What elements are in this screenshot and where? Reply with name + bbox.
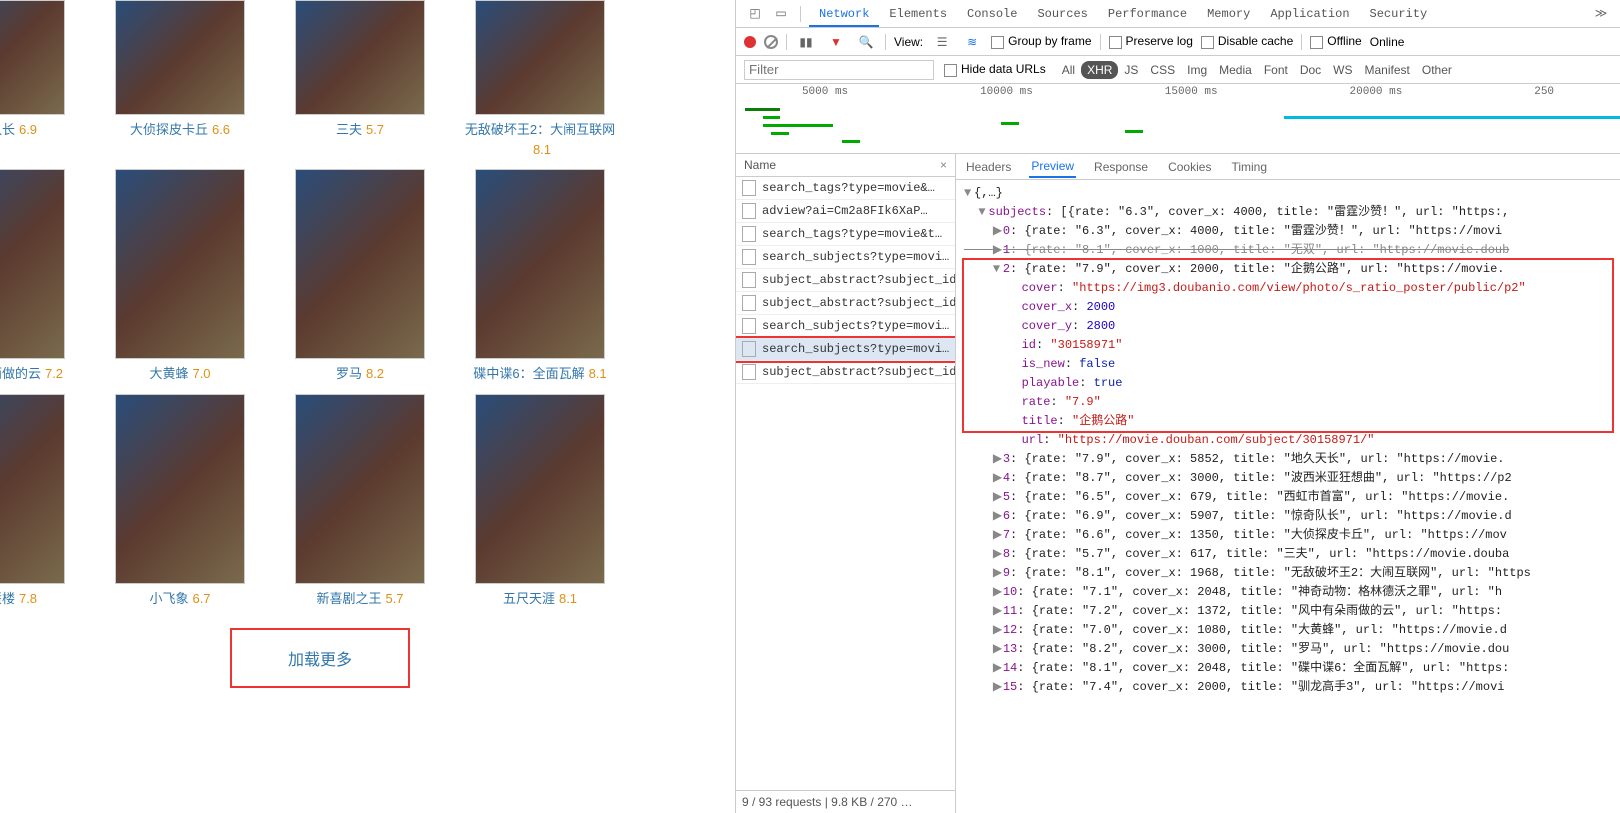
disable-cache-checkbox[interactable]: Disable cache	[1201, 34, 1293, 48]
filter-font[interactable]: Font	[1258, 61, 1294, 79]
tab-console[interactable]: Console	[957, 3, 1027, 25]
detail-tab-timing[interactable]: Timing	[1229, 157, 1269, 177]
offline-checkbox[interactable]: Offline	[1310, 34, 1361, 48]
request-row[interactable]: adview?ai=Cm2a8FIk6XaP…	[736, 200, 955, 223]
tab-memory[interactable]: Memory	[1197, 3, 1260, 25]
filter-bar: Hide data URLs AllXHRJSCSSImgMediaFontDo…	[736, 56, 1620, 84]
clear-icon[interactable]	[764, 35, 778, 49]
more-icon[interactable]: ≫	[1593, 6, 1609, 22]
tab-sources[interactable]: Sources	[1027, 3, 1097, 25]
movie-link[interactable]: 海市蜃楼7.8	[0, 589, 85, 609]
filter-input[interactable]	[744, 60, 934, 80]
online-select[interactable]: Online	[1370, 35, 1405, 49]
hide-data-urls-checkbox[interactable]: Hide data URLs	[944, 62, 1046, 76]
group-by-frame-checkbox[interactable]: Group by frame	[991, 34, 1091, 48]
close-icon[interactable]: ×	[940, 158, 947, 172]
devtools-tab-bar: ◰ ▭ NetworkElementsConsoleSourcesPerform…	[736, 0, 1620, 28]
request-row[interactable]: subject_abstract?subject_id…	[736, 292, 955, 315]
detail-tab-response[interactable]: Response	[1092, 157, 1150, 177]
filter-icon[interactable]: ▼	[828, 34, 844, 50]
detail-tab-headers[interactable]: Headers	[964, 157, 1013, 177]
movie-link[interactable]: 五尺天涯8.1	[455, 589, 625, 609]
movie-link[interactable]: 惊奇队长6.9	[0, 120, 85, 140]
view-waterfall-icon[interactable]: ≋	[964, 34, 980, 50]
filter-xhr[interactable]: XHR	[1081, 61, 1118, 79]
request-footer: 9 / 93 requests | 9.8 KB / 270 …	[736, 790, 955, 813]
detail-panel: Headers Preview Response Cookies Timing ▼{,……	[956, 154, 1620, 813]
timeline[interactable]: 5000 ms10000 ms15000 ms20000 ms250	[736, 84, 1620, 154]
inspect-icon[interactable]: ◰	[747, 6, 763, 22]
movie-page: 惊奇队长6.9 大侦探皮卡丘6.6 三夫5.7 无敌破坏王2：大闹互联网8.1 …	[0, 0, 735, 813]
filter-ws[interactable]: WS	[1327, 61, 1358, 79]
tab-network[interactable]: Network	[809, 3, 879, 27]
movie-link[interactable]: 新喜剧之王5.7	[275, 589, 445, 609]
devtools-panel: ◰ ▭ NetworkElementsConsoleSourcesPerform…	[735, 0, 1620, 813]
request-row[interactable]: search_subjects?type=movi…	[736, 246, 955, 269]
filter-js[interactable]: JS	[1118, 61, 1144, 79]
json-preview[interactable]: ▼{,…} ▼subjects: [{rate: "6.3", cover_x:…	[956, 180, 1620, 813]
movie-link[interactable]: 风中有朵雨做的云7.2	[0, 364, 85, 384]
name-header: Name	[744, 158, 776, 172]
movie-link[interactable]: 大黄蜂7.0	[95, 364, 265, 384]
file-icon	[742, 295, 756, 311]
movie-link[interactable]: 无敌破坏王2：大闹互联网8.1	[455, 120, 625, 159]
request-row[interactable]: subject_abstract?subject_id…	[736, 269, 955, 292]
request-list: Name × search_tags?type=movie&…adview?ai=…	[736, 154, 956, 813]
filter-doc[interactable]: Doc	[1294, 61, 1327, 79]
request-row[interactable]: subject_abstract?subject_id…	[736, 361, 955, 384]
file-icon	[742, 249, 756, 265]
tab-security[interactable]: Security	[1360, 3, 1438, 25]
movie-link[interactable]: 碟中谍6：全面瓦解8.1	[455, 364, 625, 384]
filter-other[interactable]: Other	[1416, 61, 1458, 79]
request-row[interactable]: search_tags?type=movie&…	[736, 177, 955, 200]
file-icon	[742, 203, 756, 219]
load-more-button[interactable]: 加载更多	[230, 628, 410, 688]
movie-link[interactable]: 大侦探皮卡丘6.6	[95, 120, 265, 140]
filter-css[interactable]: CSS	[1144, 61, 1181, 79]
tab-performance[interactable]: Performance	[1098, 3, 1197, 25]
view-label: View:	[894, 35, 923, 49]
request-row[interactable]: search_subjects?type=movi…	[736, 338, 955, 361]
preserve-log-checkbox[interactable]: Preserve log	[1109, 34, 1193, 48]
detail-tab-preview[interactable]: Preview	[1029, 156, 1076, 178]
detail-tab-cookies[interactable]: Cookies	[1166, 157, 1213, 177]
movie-link[interactable]: 小飞象6.7	[95, 589, 265, 609]
tab-elements[interactable]: Elements	[879, 3, 957, 25]
file-icon	[742, 318, 756, 334]
search-icon[interactable]: 🔍	[858, 34, 874, 50]
device-icon[interactable]: ▭	[773, 6, 789, 22]
view-list-icon[interactable]: ☰	[934, 34, 950, 50]
filter-all[interactable]: All	[1056, 61, 1081, 79]
file-icon	[742, 341, 756, 357]
record-icon[interactable]	[744, 36, 756, 48]
filter-manifest[interactable]: Manifest	[1359, 61, 1416, 79]
file-icon	[742, 364, 756, 380]
camera-icon[interactable]: ▮▮	[798, 34, 814, 50]
file-icon	[742, 226, 756, 242]
request-row[interactable]: search_tags?type=movie&t…	[736, 223, 955, 246]
file-icon	[742, 180, 756, 196]
movie-link[interactable]: 三夫5.7	[275, 120, 445, 140]
movie-link[interactable]: 罗马8.2	[275, 364, 445, 384]
request-row[interactable]: search_subjects?type=movi…	[736, 315, 955, 338]
filter-media[interactable]: Media	[1213, 61, 1258, 79]
file-icon	[742, 272, 756, 288]
tab-application[interactable]: Application	[1260, 3, 1359, 25]
filter-img[interactable]: Img	[1181, 61, 1213, 79]
network-toolbar: ▮▮ ▼ 🔍 View: ☰ ≋ Group by frame Preserve…	[736, 28, 1620, 56]
